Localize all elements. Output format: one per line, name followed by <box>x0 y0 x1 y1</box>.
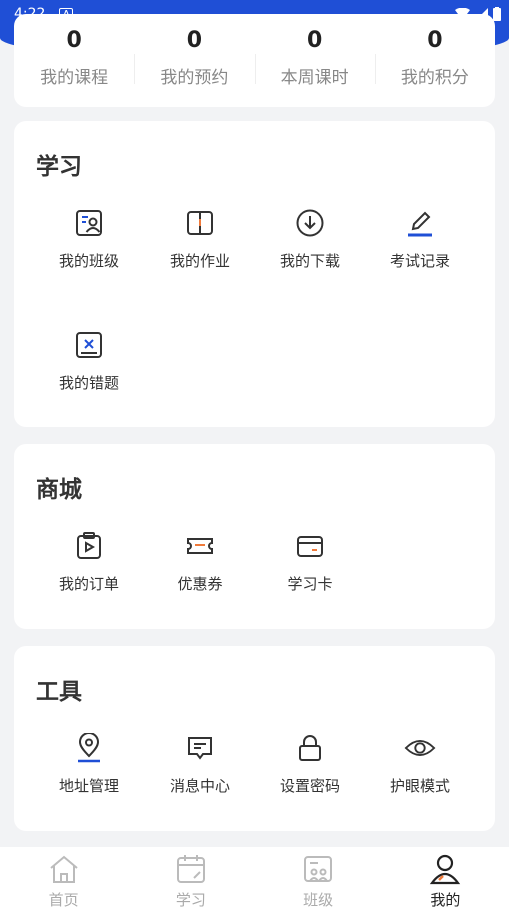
profile-icon <box>428 852 462 885</box>
wrong-question-icon <box>73 329 105 361</box>
book-icon <box>184 207 216 239</box>
grid-item-label: 我的作业 <box>169 252 230 270</box>
class-icon <box>73 207 105 239</box>
eye-icon <box>404 732 436 764</box>
bottom-tab-bar: 首页 学习 班级 我的 <box>0 847 509 910</box>
grid-item-address-management[interactable]: 地址管理 <box>34 732 144 796</box>
grid-item-my-homework[interactable]: 我的作业 <box>145 207 255 271</box>
home-icon <box>47 852 81 885</box>
location-icon <box>73 732 105 764</box>
lock-icon <box>294 732 326 764</box>
stat-my-points[interactable]: 0 我的积分 <box>374 28 495 88</box>
calendar-icon <box>174 852 208 885</box>
grid-item-label: 我的订单 <box>58 575 119 593</box>
tab-home[interactable]: 首页 <box>0 847 127 910</box>
grid-item-label: 设置密码 <box>279 777 340 795</box>
stat-label: 我的课程 <box>40 67 109 88</box>
grid-item-label: 我的下载 <box>279 252 340 270</box>
grid-item-label: 优惠券 <box>177 575 223 593</box>
stat-value: 0 <box>186 27 203 53</box>
grid-item-wrong-questions[interactable]: 我的错题 <box>34 329 144 393</box>
grid-item-my-orders[interactable]: 我的订单 <box>34 530 144 594</box>
notification-icon: A <box>59 7 73 21</box>
tab-mine[interactable]: 我的 <box>382 847 509 910</box>
section-title: 学习 <box>36 154 82 180</box>
download-icon <box>294 207 326 239</box>
grid-item-set-password[interactable]: 设置密码 <box>255 732 365 796</box>
stat-my-courses[interactable]: 0 我的课程 <box>14 28 134 88</box>
section-title: 工具 <box>36 679 82 705</box>
grid-item-label: 我的班级 <box>58 252 119 270</box>
tab-label: 学习 <box>175 891 206 909</box>
grid-item-label: 护眼模式 <box>389 777 450 795</box>
grid-item-label: 地址管理 <box>58 777 119 795</box>
grid-item-message-center[interactable]: 消息中心 <box>145 732 255 796</box>
grid-item-exam-records[interactable]: 考试记录 <box>365 207 475 271</box>
section-title: 商城 <box>36 477 82 503</box>
grid-item-my-class[interactable]: 我的班级 <box>34 207 144 271</box>
stat-weekly-hours[interactable]: 0 本周课时 <box>254 28 375 88</box>
grid-item-label: 考试记录 <box>389 252 450 270</box>
tab-label: 班级 <box>303 891 334 909</box>
message-icon <box>184 732 216 764</box>
tab-label: 我的 <box>430 891 461 909</box>
wifi-icon <box>455 8 470 20</box>
coupon-icon <box>184 530 216 562</box>
grid-item-study-card[interactable]: 学习卡 <box>255 530 365 594</box>
grid-item-coupons[interactable]: 优惠券 <box>145 530 255 594</box>
status-bar: 4:22 A <box>0 0 509 28</box>
stat-label: 本周课时 <box>280 67 349 88</box>
battery-icon <box>493 7 501 21</box>
grid-item-my-downloads[interactable]: 我的下载 <box>255 207 365 271</box>
stat-label: 我的预约 <box>160 67 229 88</box>
signal-icon <box>475 7 488 21</box>
tab-class[interactable]: 班级 <box>255 847 382 910</box>
status-time: 4:22 <box>14 6 46 22</box>
study-section: 学习 我的班级 我的作业 我的下载 考试记录 我的错题 <box>14 121 495 427</box>
grid-item-label: 消息中心 <box>169 777 230 795</box>
grid-item-label: 学习卡 <box>287 575 333 593</box>
tab-label: 首页 <box>48 891 79 909</box>
class-group-icon <box>301 852 335 885</box>
grid-item-eye-protection[interactable]: 护眼模式 <box>365 732 475 796</box>
shop-section: 商城 我的订单 优惠券 学习卡 <box>14 444 495 629</box>
card-icon <box>294 530 326 562</box>
stat-value: 0 <box>66 27 82 53</box>
tab-study[interactable]: 学习 <box>127 847 254 910</box>
stat-value: 0 <box>306 27 323 53</box>
tools-section: 工具 地址管理 消息中心 设置密码 护眼模式 <box>14 646 495 831</box>
stat-value: 0 <box>427 27 443 53</box>
order-icon <box>73 530 105 562</box>
pencil-icon <box>404 207 436 239</box>
stat-label: 我的积分 <box>400 67 469 88</box>
stat-my-appointments[interactable]: 0 我的预约 <box>134 28 254 88</box>
grid-item-label: 我的错题 <box>58 374 119 392</box>
